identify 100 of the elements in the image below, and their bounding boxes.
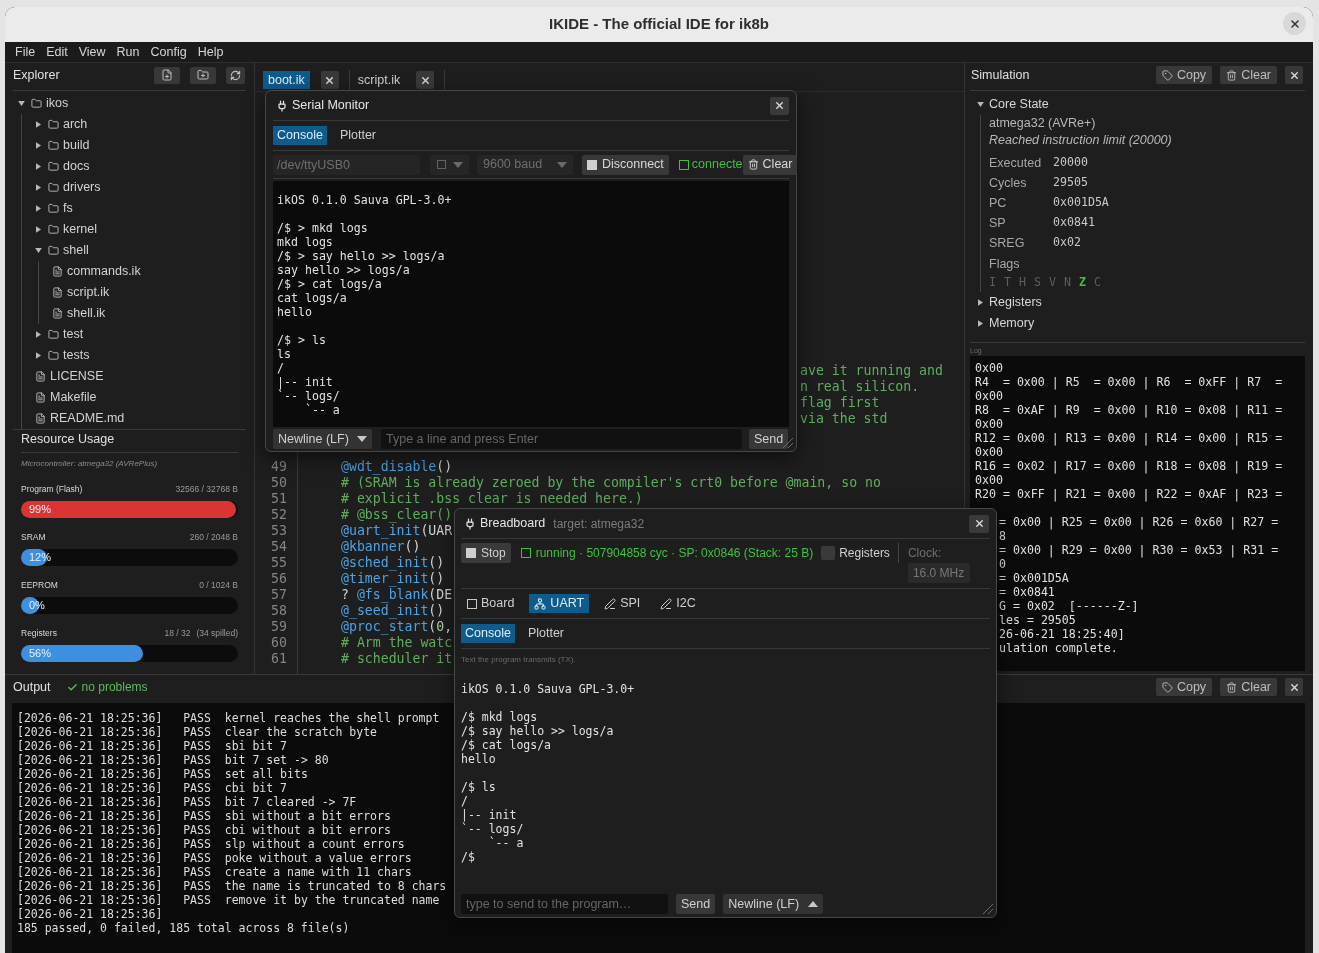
- code-line: # (SRAM is already zeroed by the compiler's crt0 before @main, so no: [341, 475, 881, 490]
- clock-label: Clock:: [907, 545, 942, 562]
- tab[interactable]: SPI: [599, 594, 646, 613]
- stop-button[interactable]: Stop: [461, 543, 511, 563]
- checkbox-label[interactable]: Registers: [839, 544, 890, 562]
- test-name: cbi without a bit errors: [224, 823, 391, 837]
- menu-item[interactable]: Help: [197, 45, 224, 59]
- code-line: ave it running and: [800, 363, 943, 378]
- tree-item[interactable]: ikos: [5, 93, 254, 114]
- tree-item[interactable]: README.md: [22, 408, 254, 429]
- section-toggle[interactable]: Core State: [970, 94, 1049, 115]
- tree-item[interactable]: commands.ik: [39, 261, 254, 282]
- disconnect-button[interactable]: Disconnect: [582, 154, 669, 175]
- console-text: ikOS 0.1.0 Sauva GPL-3.0+ /$ > mkd logs mkd logs /$ > say hello >> logs/a say hello >> logs/a /$ > cat logs/a cat logs/a hello /$ > ls ls / |-- init `-- logs/ `-- a: [277, 193, 452, 417]
- section-toggle[interactable]: Memory: [970, 313, 1035, 334]
- tab[interactable]: UART: [529, 594, 590, 613]
- close-button[interactable]: [1283, 12, 1306, 35]
- test-name: create a name with 11 chars: [224, 865, 412, 879]
- refresh-button[interactable]: [226, 66, 245, 84]
- tab[interactable]: Plotter: [335, 126, 380, 145]
- timestamp: [2026-06-21 18:25:36]: [17, 781, 163, 795]
- folder-icon: [48, 203, 59, 214]
- tree-item[interactable]: arch: [22, 114, 254, 135]
- menu-item[interactable]: File: [15, 45, 36, 59]
- meter-value: 260 / 2048 B: [189, 530, 238, 544]
- field-label: Flags: [989, 255, 1020, 273]
- tree-item[interactable]: script.ik: [39, 282, 254, 303]
- test-name: cbi bit 7: [224, 781, 288, 795]
- close-icon: [1288, 17, 1301, 30]
- menu-item[interactable]: View: [78, 45, 106, 59]
- timestamp: [2026-06-21 18:25:36]: [17, 837, 163, 851]
- clear-button[interactable]: Clear: [742, 154, 798, 175]
- editor-tab[interactable]: boot.ik: [263, 71, 310, 89]
- log-line: = 0x0841: [999, 585, 1055, 599]
- tree-item[interactable]: LICENSE: [22, 366, 254, 387]
- meter-value: 32566 / 32768 B: [175, 482, 238, 496]
- field-value: 0x02: [1053, 234, 1081, 252]
- new-file-button[interactable]: [154, 66, 180, 84]
- panel-title: Explorer: [13, 66, 60, 84]
- line-ending-select[interactable]: Newline (LF): [723, 894, 824, 914]
- clear-button[interactable]: Clear: [1220, 66, 1277, 84]
- timestamp: [2026-06-21 18:25:36]: [17, 865, 163, 879]
- meter-label: Program (Flash): [21, 482, 83, 496]
- code-line: @sched_init(): [341, 555, 445, 570]
- timestamp: [2026-06-21 18:25:36]: [17, 907, 163, 921]
- close-button[interactable]: [1285, 66, 1303, 84]
- field-label: PC: [989, 194, 1007, 212]
- timestamp: [2026-06-21 18:25:36]: [17, 711, 163, 725]
- tree-item[interactable]: build: [22, 135, 254, 156]
- line-number: 49: [271, 459, 287, 475]
- tree-item[interactable]: shell.ik: [39, 303, 254, 324]
- file-icon: [35, 371, 46, 382]
- test-status: PASS: [183, 893, 211, 907]
- tree-item[interactable]: drivers: [22, 177, 254, 198]
- close-tab-button[interactable]: [320, 71, 339, 89]
- timestamp: [2026-06-21 18:25:36]: [17, 851, 163, 865]
- tree-item[interactable]: docs: [22, 156, 254, 177]
- clear-button[interactable]: Clear: [1220, 678, 1277, 696]
- editor-tab[interactable]: script.ik: [352, 71, 406, 89]
- checkbox[interactable]: [821, 546, 836, 560]
- close-button[interactable]: [1285, 678, 1303, 696]
- tab[interactable]: Console: [461, 624, 515, 643]
- section-toggle[interactable]: Registers: [970, 292, 1042, 313]
- timestamp: [2026-06-21 18:25:36]: [17, 753, 163, 767]
- menu-item[interactable]: Config: [150, 45, 187, 59]
- tree-item[interactable]: shell: [22, 240, 254, 261]
- tab[interactable]: Board: [462, 594, 520, 613]
- tree-item[interactable]: fs: [22, 198, 254, 219]
- field-value: 29505: [1053, 174, 1088, 192]
- tab[interactable]: Plotter: [523, 624, 568, 643]
- tab[interactable]: Console: [273, 126, 327, 145]
- test-status: PASS: [183, 711, 211, 725]
- file-icon: [52, 266, 63, 277]
- close-button[interactable]: [969, 514, 989, 533]
- tree-item[interactable]: kernel: [22, 219, 254, 240]
- timestamp: [2026-06-21 18:25:36]: [17, 879, 163, 893]
- tab[interactable]: I2C: [655, 594, 701, 613]
- window-title: Breadboard: [480, 515, 546, 533]
- test-name: remove it by the truncated name: [224, 893, 440, 907]
- close-icon: [774, 100, 785, 111]
- line-number: 56: [271, 571, 287, 587]
- line-number: 50: [271, 475, 287, 491]
- input-field[interactable]: Type a line and press Enter: [381, 429, 742, 449]
- log-line: 0x00: [975, 417, 1003, 431]
- copy-button[interactable]: Copy: [1155, 66, 1213, 84]
- send-button[interactable]: Send: [749, 429, 789, 449]
- send-button[interactable]: Send: [676, 894, 716, 914]
- line-ending-select[interactable]: Newline (LF): [273, 429, 372, 449]
- tree-item[interactable]: test: [22, 324, 254, 345]
- tree-item[interactable]: tests: [22, 345, 254, 366]
- close-tab-button[interactable]: [416, 71, 435, 89]
- close-button[interactable]: [770, 96, 789, 115]
- test-status: PASS: [183, 809, 211, 823]
- menu-item[interactable]: Run: [116, 45, 140, 59]
- copy-button[interactable]: Copy: [1155, 678, 1213, 696]
- tree-item[interactable]: Makefile: [22, 387, 254, 408]
- test-status: PASS: [183, 879, 211, 893]
- input-field[interactable]: type to send to the program…: [461, 894, 668, 914]
- menu-item[interactable]: Edit: [46, 45, 68, 59]
- new-folder-button[interactable]: [190, 66, 216, 84]
